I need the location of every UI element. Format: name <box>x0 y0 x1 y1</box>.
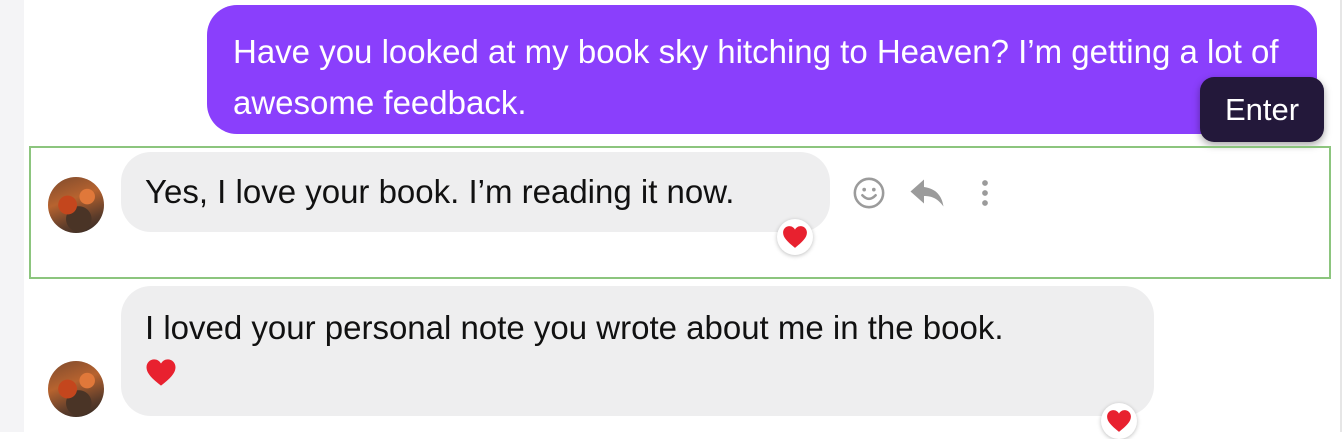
enter-tooltip: Enter <box>1200 77 1324 142</box>
outgoing-message-bubble[interactable]: Have you looked at my book sky hitching … <box>207 5 1317 134</box>
more-options-button[interactable] <box>966 174 1004 212</box>
heart-icon <box>1107 410 1131 432</box>
heart-reaction-badge[interactable] <box>1101 403 1137 439</box>
incoming-message-bubble[interactable]: I loved your personal note you wrote abo… <box>121 286 1154 416</box>
outgoing-message-text: Have you looked at my book sky hitching … <box>233 33 1279 121</box>
reply-button[interactable] <box>908 174 946 212</box>
message-text: Yes, I love your book. I’m reading it no… <box>145 173 735 210</box>
heart-icon <box>146 359 176 386</box>
smiley-icon <box>853 177 885 209</box>
avatar[interactable] <box>48 361 104 417</box>
heart-emoji <box>145 354 177 398</box>
reply-icon <box>910 179 944 207</box>
add-reaction-button[interactable] <box>850 174 888 212</box>
more-vertical-icon <box>982 180 988 206</box>
heart-reaction-badge[interactable] <box>777 219 813 255</box>
avatar[interactable] <box>48 177 104 233</box>
sidebar-edge <box>0 0 24 432</box>
heart-icon <box>783 226 807 248</box>
message-actions <box>850 174 1004 212</box>
incoming-message-bubble[interactable]: Yes, I love your book. I’m reading it no… <box>121 152 830 232</box>
message-text: I loved your personal note you wrote abo… <box>145 309 1004 346</box>
tooltip-text: Enter <box>1224 92 1300 127</box>
